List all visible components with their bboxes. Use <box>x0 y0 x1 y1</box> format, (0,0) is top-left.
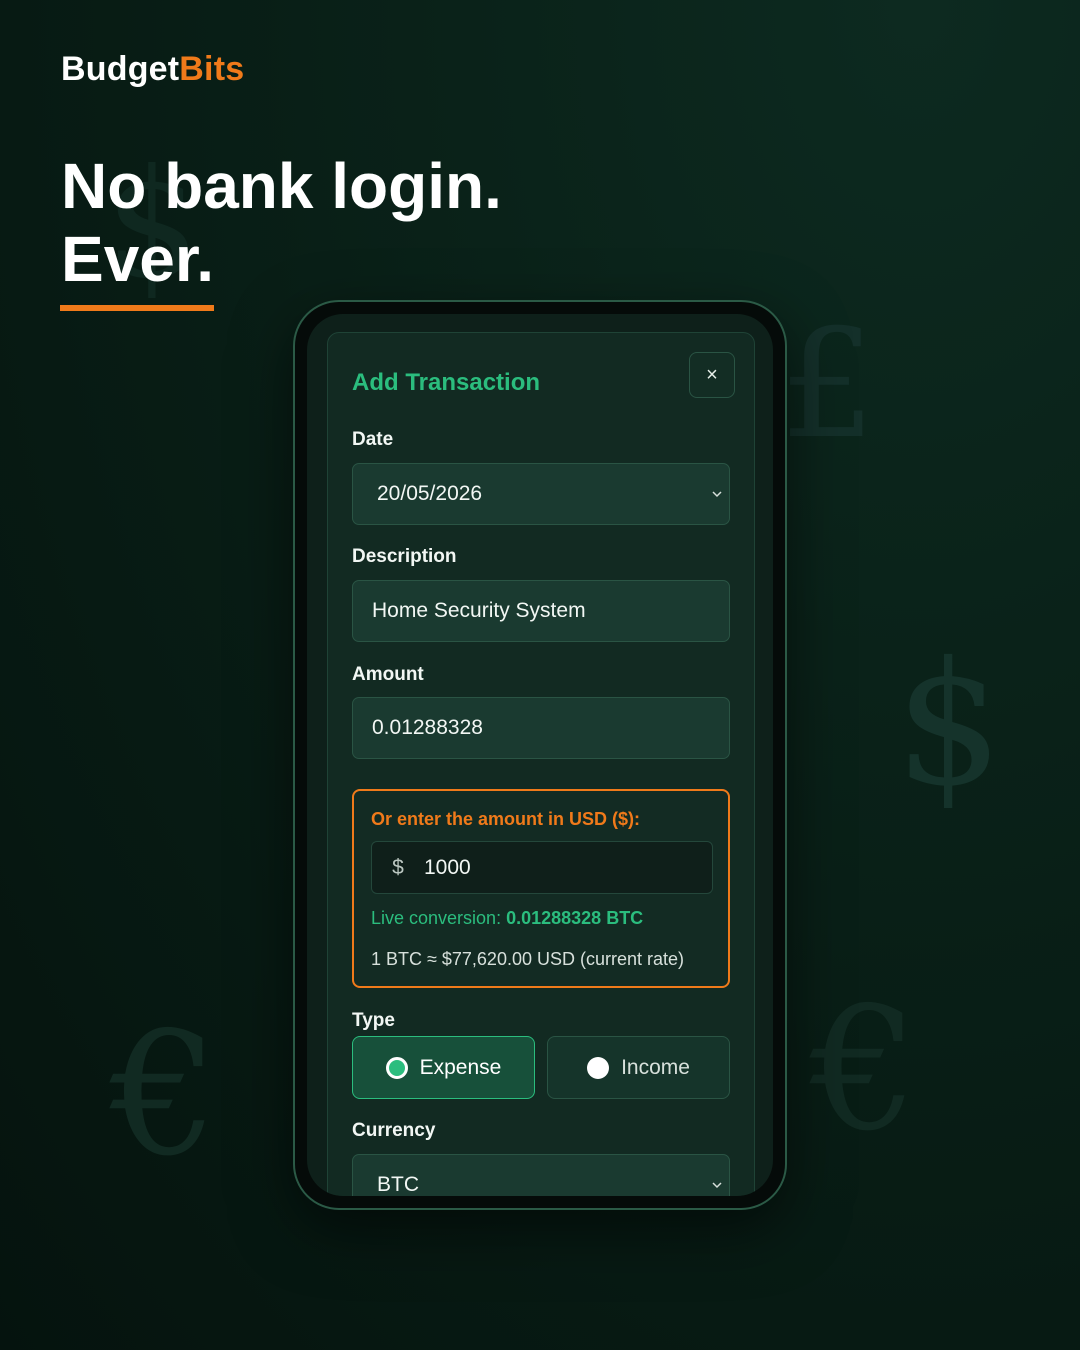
amount-value: 0.01288328 <box>372 716 483 739</box>
date-select[interactable]: 20/05/2026 <box>352 463 730 525</box>
currency-label: Currency <box>352 1120 436 1141</box>
background-dollar-symbol: $ <box>895 626 1004 824</box>
phone-screen: Add Transaction × Date 20/05/2026 Descri… <box>307 314 773 1196</box>
type-expense-option[interactable]: Expense <box>352 1036 535 1099</box>
currency-value: BTC <box>377 1173 419 1196</box>
modal-title: Add Transaction <box>352 369 541 396</box>
date-label: Date <box>352 429 394 450</box>
close-button[interactable]: × <box>689 352 735 398</box>
exchange-rate: 1 BTC ≈ $77,620.00 USD (current rate) <box>371 949 685 969</box>
income-label: Income <box>621 1055 690 1079</box>
usd-amount-input[interactable]: $ 1000 <box>371 841 713 894</box>
usd-conversion-box: Or enter the amount in USD ($): $ 1000 L… <box>352 789 730 988</box>
type-label: Type <box>352 1010 395 1031</box>
brand-name-part1: Budget <box>61 50 180 88</box>
chevron-down-icon <box>712 1182 722 1189</box>
usd-prefix: $ <box>392 855 404 879</box>
brand-logo: BudgetBits <box>61 50 244 89</box>
headline: No bank login. Ever. <box>60 150 502 311</box>
amount-label: Amount <box>352 664 424 685</box>
phone-mockup: Add Transaction × Date 20/05/2026 Descri… <box>293 300 787 1210</box>
background-euro-symbol: € <box>810 971 919 1169</box>
headline-line2: Ever. <box>61 223 215 295</box>
radio-unselected-icon <box>587 1056 610 1079</box>
brand-name-part2: Bits <box>179 50 245 88</box>
headline-line1: No bank login. <box>61 150 502 222</box>
background-euro-symbol: € <box>110 996 219 1194</box>
usd-label: Or enter the amount in USD ($): <box>371 809 641 829</box>
amount-input[interactable]: 0.01288328 <box>352 697 730 759</box>
live-conversion-value: 0.01288328 BTC <box>506 908 644 928</box>
date-value: 20/05/2026 <box>377 482 483 505</box>
type-income-option[interactable]: Income <box>547 1036 730 1099</box>
close-icon: × <box>706 363 718 386</box>
description-value: Home Security System <box>372 599 586 622</box>
expense-label: Expense <box>419 1055 502 1079</box>
headline-line2-wrap: Ever. <box>60 223 215 311</box>
background-pound-symbol: £ <box>780 298 876 472</box>
headline-underline <box>60 305 215 311</box>
usd-value: 1000 <box>424 855 471 879</box>
live-conversion-label: Live conversion: <box>371 908 502 928</box>
chevron-down-icon <box>712 491 722 498</box>
description-input[interactable]: Home Security System <box>352 580 730 642</box>
description-label: Description <box>352 546 457 567</box>
live-conversion: Live conversion: 0.01288328 BTC <box>371 908 643 929</box>
currency-select[interactable]: BTC <box>352 1154 730 1196</box>
radio-selected-icon <box>385 1056 408 1079</box>
add-transaction-modal: Add Transaction × Date 20/05/2026 Descri… <box>327 332 755 1196</box>
